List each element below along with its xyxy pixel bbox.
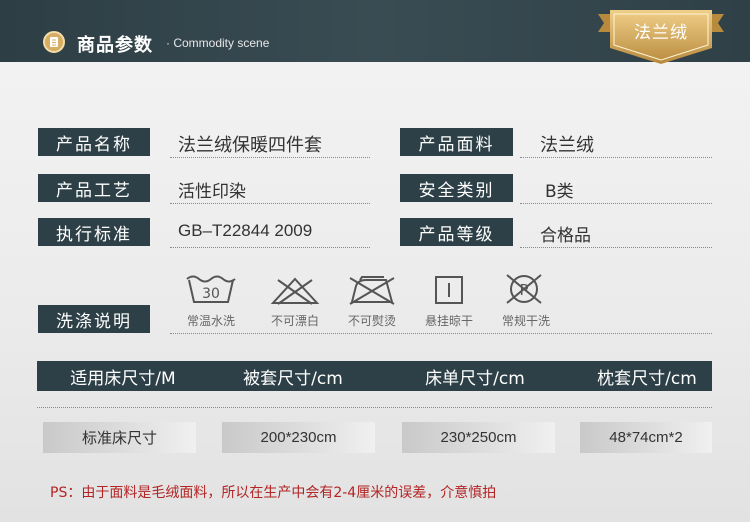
- param-label-grade: 产品等级: [400, 218, 513, 246]
- divider: [520, 247, 712, 248]
- care-text-bleach: 不可漂白: [270, 314, 319, 328]
- param-label-fabric: 产品面料: [400, 128, 513, 156]
- size-header-cover: 被套尺寸/cm: [243, 368, 343, 389]
- wash-30-icon: 30: [186, 275, 236, 303]
- param-label-safety: 安全类别: [400, 174, 513, 202]
- param-value-name: 法兰绒保暖四件套: [178, 135, 322, 156]
- size-header-bed: 适用床尺寸/M: [70, 368, 176, 389]
- page-title: 商品参数: [77, 35, 153, 56]
- param-label-craft: 产品工艺: [38, 174, 150, 202]
- wash-temperature: 30: [202, 286, 220, 302]
- size-value-sheet: 230*250cm: [402, 422, 555, 453]
- hang-dry-icon: [435, 276, 463, 304]
- divider: [520, 203, 712, 204]
- size-value-pillow: 48*74cm*2: [580, 422, 712, 453]
- param-value-grade: 合格品: [540, 226, 591, 246]
- size-value-cover: 200*230cm: [222, 422, 375, 453]
- param-label-standard: 执行标准: [38, 218, 150, 246]
- size-header-sheet: 床单尺寸/cm: [425, 368, 525, 389]
- divider: [520, 157, 712, 158]
- param-value-craft: 活性印染: [178, 182, 246, 202]
- param-value-safety: B类: [545, 182, 574, 202]
- care-text-dryclean: 常规干洗: [501, 314, 550, 328]
- document-icon: [43, 31, 65, 53]
- size-value-bed: 标准床尺寸: [43, 422, 196, 453]
- no-iron-icon: [349, 276, 395, 305]
- divider: [37, 407, 712, 408]
- dry-clean-icon: P: [506, 274, 542, 304]
- divider: [170, 203, 370, 204]
- badge-label: 法兰绒: [634, 23, 688, 43]
- divider: [170, 247, 370, 248]
- care-label: 洗涤说明: [38, 305, 150, 333]
- divider: [170, 157, 370, 158]
- page-subtitle: · Commodity scene: [166, 36, 270, 50]
- care-text-hang: 悬挂晾干: [424, 314, 473, 328]
- param-value-fabric: 法兰绒: [540, 135, 594, 156]
- care-text-wash: 常温水洗: [186, 314, 235, 328]
- param-label-name: 产品名称: [38, 128, 150, 156]
- size-header-pillow: 枕套尺寸/cm: [597, 368, 697, 389]
- no-bleach-icon: [270, 277, 320, 305]
- divider: [170, 333, 712, 334]
- param-value-standard: GB–T22844 2009: [178, 221, 313, 240]
- note-text: PS：由于面料是毛绒面料，所以在生产中会有2-4厘米的误差，介意慎拍: [50, 485, 497, 501]
- care-text-iron: 不可熨烫: [347, 314, 396, 328]
